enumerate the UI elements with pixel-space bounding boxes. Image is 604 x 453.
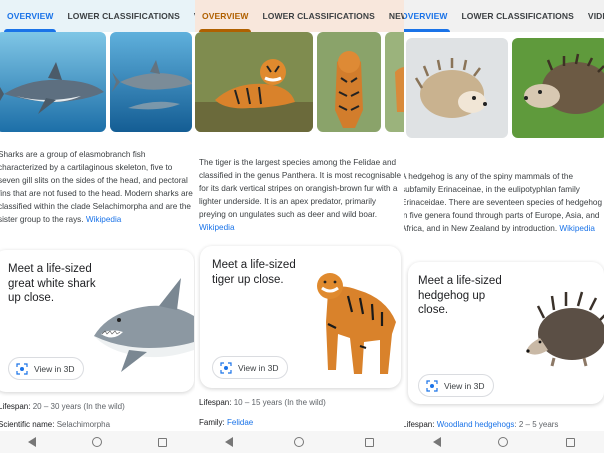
shark-3d-model[interactable] [89,276,194,376]
shark-photo[interactable] [110,32,192,132]
description: Sharks are a group of elasmobranch fish … [0,148,194,227]
fact-value: 10 – 15 years (In the wild) [233,398,326,407]
lifespan-fact: Lifespan: 10 – 15 years (In the wild) [199,398,326,407]
recents-icon[interactable] [158,437,167,447]
tiger-photo[interactable] [385,32,404,132]
card-title: Meet a life-sized tiger up close. [212,259,296,286]
tab-overview[interactable]: OVERVIEW [404,0,454,32]
recents-icon[interactable] [566,437,576,447]
tiger-3d-model[interactable] [308,262,400,382]
view-in-3d-label: View in 3D [444,380,485,391]
woodland-hedgehogs-link[interactable]: Woodland hedgehogs [437,420,515,429]
description: The tiger is the largest species among t… [199,156,402,235]
ar-card[interactable]: Meet a life-sized tiger up close. View i… [200,246,401,388]
hedgehog-photo[interactable] [406,38,508,138]
image-carousel[interactable] [0,32,195,132]
card-title: Meet a life-sized hedgehog up close. [418,275,502,316]
tab-bar: OVERVIEW LOWER CLASSIFICATIONS NEWS [195,0,404,32]
back-icon[interactable] [225,437,234,447]
home-icon[interactable] [293,437,304,447]
shark-screen: OVERVIEW LOWER CLASSIFICATIONS VIDEOS [0,0,195,453]
shark-photo[interactable] [0,32,106,132]
wikipedia-link[interactable]: Wikipedia [86,215,122,224]
system-nav-bar [0,431,195,453]
tab-lower-classifications[interactable]: LOWER CLASSIFICATIONS [255,0,381,32]
description: A hedgehog is any of the spiny mammals o… [404,170,603,235]
view-in-3d-label: View in 3D [238,362,279,373]
back-icon[interactable] [28,437,36,447]
tab-news[interactable]: NEWS [382,0,404,32]
lifespan-fact: Lifespan: Woodland hedgehogs: 2 – 5 year… [404,420,558,429]
fact-label: Family: [199,418,225,427]
back-icon[interactable] [432,437,441,447]
description-text: Sharks are a group of elasmobranch fish … [0,150,193,225]
hedgehog-screen: OVERVIEW LOWER CLASSIFICATIONS VIDEO [404,0,604,453]
ar-cube-icon [16,362,28,375]
view-in-3d-button[interactable]: View in 3D [212,356,289,379]
tab-overview[interactable]: OVERVIEW [195,0,255,32]
ar-cube-icon [426,379,438,392]
wikipedia-link[interactable]: Wikipedia [559,224,595,233]
fact-value: Selachimorpha [56,420,111,429]
tab-bar: OVERVIEW LOWER CLASSIFICATIONS VIDEOS [0,0,195,32]
system-nav-bar [195,431,404,453]
tiger-screen: OVERVIEW LOWER CLASSIFICATIONS NEWS [195,0,404,453]
view-in-3d-button[interactable]: View in 3D [8,357,85,380]
wikipedia-link[interactable]: Wikipedia [199,223,235,232]
tab-videos[interactable]: VIDEO [581,0,604,32]
tiger-photo[interactable] [195,32,313,132]
hedgehog-3d-model[interactable] [524,288,604,370]
home-icon[interactable] [92,437,102,447]
fact-value: : 2 – 5 years [514,420,559,429]
tab-lower-classifications[interactable]: LOWER CLASSIFICATIONS [60,0,186,32]
tab-bar: OVERVIEW LOWER CLASSIFICATIONS VIDEO [404,0,604,32]
tab-videos[interactable]: VIDEOS [187,0,195,32]
fact-label: Lifespan: [404,420,435,429]
fact-label: Lifespan: [0,402,31,411]
scientific-name-fact: Scientific name: Selachimorpha [0,420,110,429]
view-in-3d-button[interactable]: View in 3D [418,374,495,397]
hedgehog-photo[interactable] [512,38,604,138]
fact-value: 20 – 30 years (In the wild) [32,402,125,411]
fact-label: Lifespan: [199,398,232,407]
image-carousel[interactable] [404,38,604,138]
tab-lower-classifications[interactable]: LOWER CLASSIFICATIONS [454,0,580,32]
tab-overview[interactable]: OVERVIEW [0,0,60,32]
tiger-photo[interactable] [317,32,381,132]
system-nav-bar [404,431,604,453]
view-in-3d-label: View in 3D [34,363,75,374]
recents-icon[interactable] [364,437,374,447]
image-carousel[interactable] [195,32,404,132]
fact-label: Scientific name: [0,420,55,429]
home-icon[interactable] [498,437,509,447]
family-fact: Family: Felidae [199,418,253,427]
family-link[interactable]: Felidae [227,418,253,427]
lifespan-fact: Lifespan: 20 – 30 years (In the wild) [0,402,125,411]
ar-card[interactable]: Meet a life-sized hedgehog up close. Vie… [408,262,604,404]
ar-cube-icon [220,361,232,374]
description-text: The tiger is the largest species among t… [199,158,402,220]
ar-card[interactable]: Meet a life-sized great white shark up c… [0,250,194,392]
